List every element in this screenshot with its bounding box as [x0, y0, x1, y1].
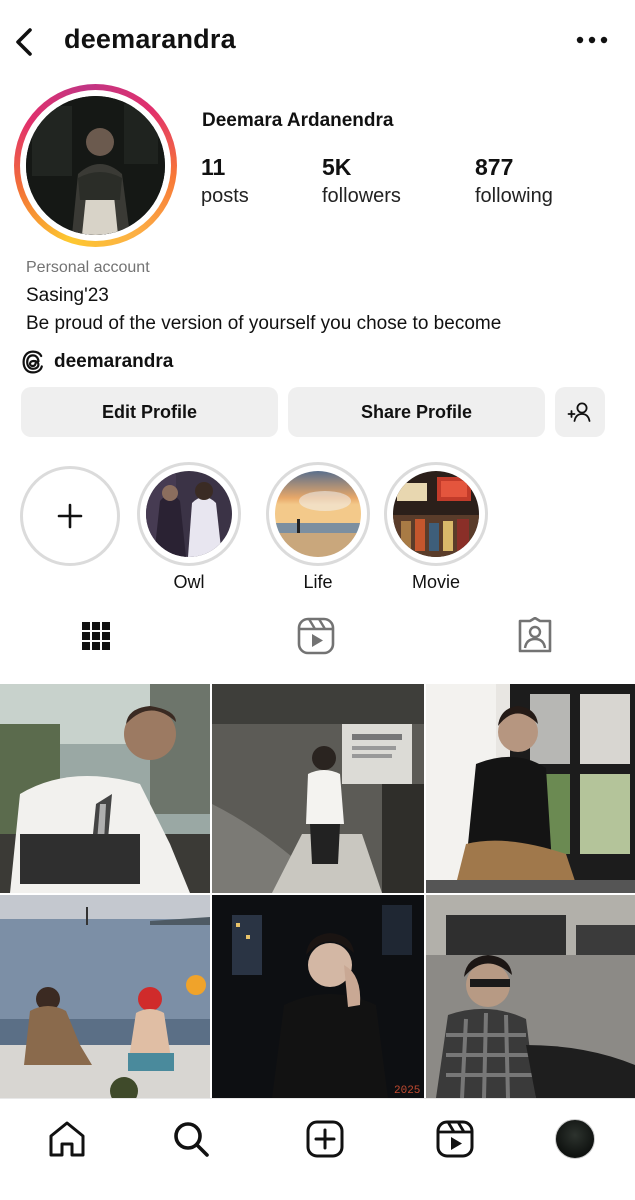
highlight-label: Life — [303, 572, 333, 592]
highlight-label: Movie — [411, 572, 460, 592]
highlight-cover — [146, 471, 232, 557]
avatar — [555, 1119, 595, 1159]
posts-count: 11 — [201, 154, 226, 180]
threads-icon — [22, 350, 43, 374]
posts-stat[interactable]: 11 posts — [201, 154, 249, 208]
tab-tagged[interactable] — [503, 608, 567, 664]
nav-reels[interactable] — [433, 1117, 477, 1161]
discover-people-button[interactable] — [555, 387, 605, 437]
post-thumbnail[interactable]: 2025 — [212, 895, 424, 1098]
following-count: 877 — [475, 154, 514, 180]
post-thumbnail[interactable] — [0, 895, 210, 1098]
post-grid: 2025 — [0, 684, 635, 1098]
nav-home[interactable] — [45, 1117, 89, 1161]
add-person-icon — [567, 402, 591, 422]
add-square-icon — [306, 1120, 344, 1158]
share-profile-button[interactable]: Share Profile — [288, 387, 545, 437]
tagged-person-icon — [518, 617, 552, 653]
account-type: Personal account — [26, 259, 150, 276]
display-name: Deemara Ardanendra — [202, 110, 394, 131]
search-icon — [174, 1122, 209, 1157]
highlight-owl[interactable]: Owl — [137, 462, 241, 593]
profile-username: deemarandra — [64, 24, 236, 54]
bio-line: Be proud of the version of yourself you … — [26, 313, 502, 334]
nav-profile[interactable] — [553, 1117, 597, 1161]
avatar-story-ring[interactable] — [14, 84, 177, 247]
top-bar: deemarandra — [0, 0, 635, 84]
highlight-movie[interactable]: Movie — [384, 462, 488, 593]
post-thumbnail[interactable] — [0, 684, 210, 893]
bio-line: Sasing'23 — [26, 285, 109, 306]
nav-create[interactable] — [303, 1117, 347, 1161]
highlight-cover — [393, 471, 479, 557]
edit-profile-button[interactable]: Edit Profile — [21, 387, 278, 437]
grid-icon — [82, 622, 110, 650]
following-stat[interactable]: 877 following — [475, 154, 553, 208]
highlight-cover — [275, 471, 361, 557]
tab-reels[interactable] — [284, 608, 348, 664]
content-tabs — [0, 608, 635, 672]
highlight-life[interactable]: Life — [266, 462, 370, 593]
home-icon — [49, 1121, 85, 1157]
bottom-navigation — [0, 1098, 635, 1200]
more-horizontal-icon — [576, 36, 608, 44]
reels-icon — [436, 1120, 474, 1158]
highlight-label: Owl — [173, 572, 205, 592]
followers-count: 5K — [322, 154, 352, 180]
post-date-stamp: 2025 — [394, 1085, 420, 1097]
nav-search[interactable] — [169, 1117, 213, 1161]
chevron-left-icon — [16, 28, 32, 56]
post-thumbnail[interactable] — [426, 895, 635, 1098]
tab-posts-grid[interactable] — [64, 608, 128, 664]
avatar-photo-figure — [26, 96, 165, 235]
followers-label: followers — [322, 185, 401, 207]
avatar — [26, 96, 165, 235]
post-thumbnail[interactable] — [426, 684, 635, 893]
following-label: following — [475, 185, 553, 207]
reels-icon — [297, 617, 335, 655]
threads-link[interactable]: deemarandra — [22, 348, 173, 376]
posts-label: posts — [201, 185, 249, 207]
followers-stat[interactable]: 5K followers — [322, 154, 401, 208]
threads-handle: deemarandra — [54, 351, 174, 372]
post-thumbnail[interactable] — [212, 684, 424, 893]
more-options-button[interactable] — [575, 30, 609, 50]
plus-icon — [57, 503, 83, 529]
back-button[interactable] — [10, 24, 40, 60]
highlight-new[interactable] — [20, 466, 124, 566]
